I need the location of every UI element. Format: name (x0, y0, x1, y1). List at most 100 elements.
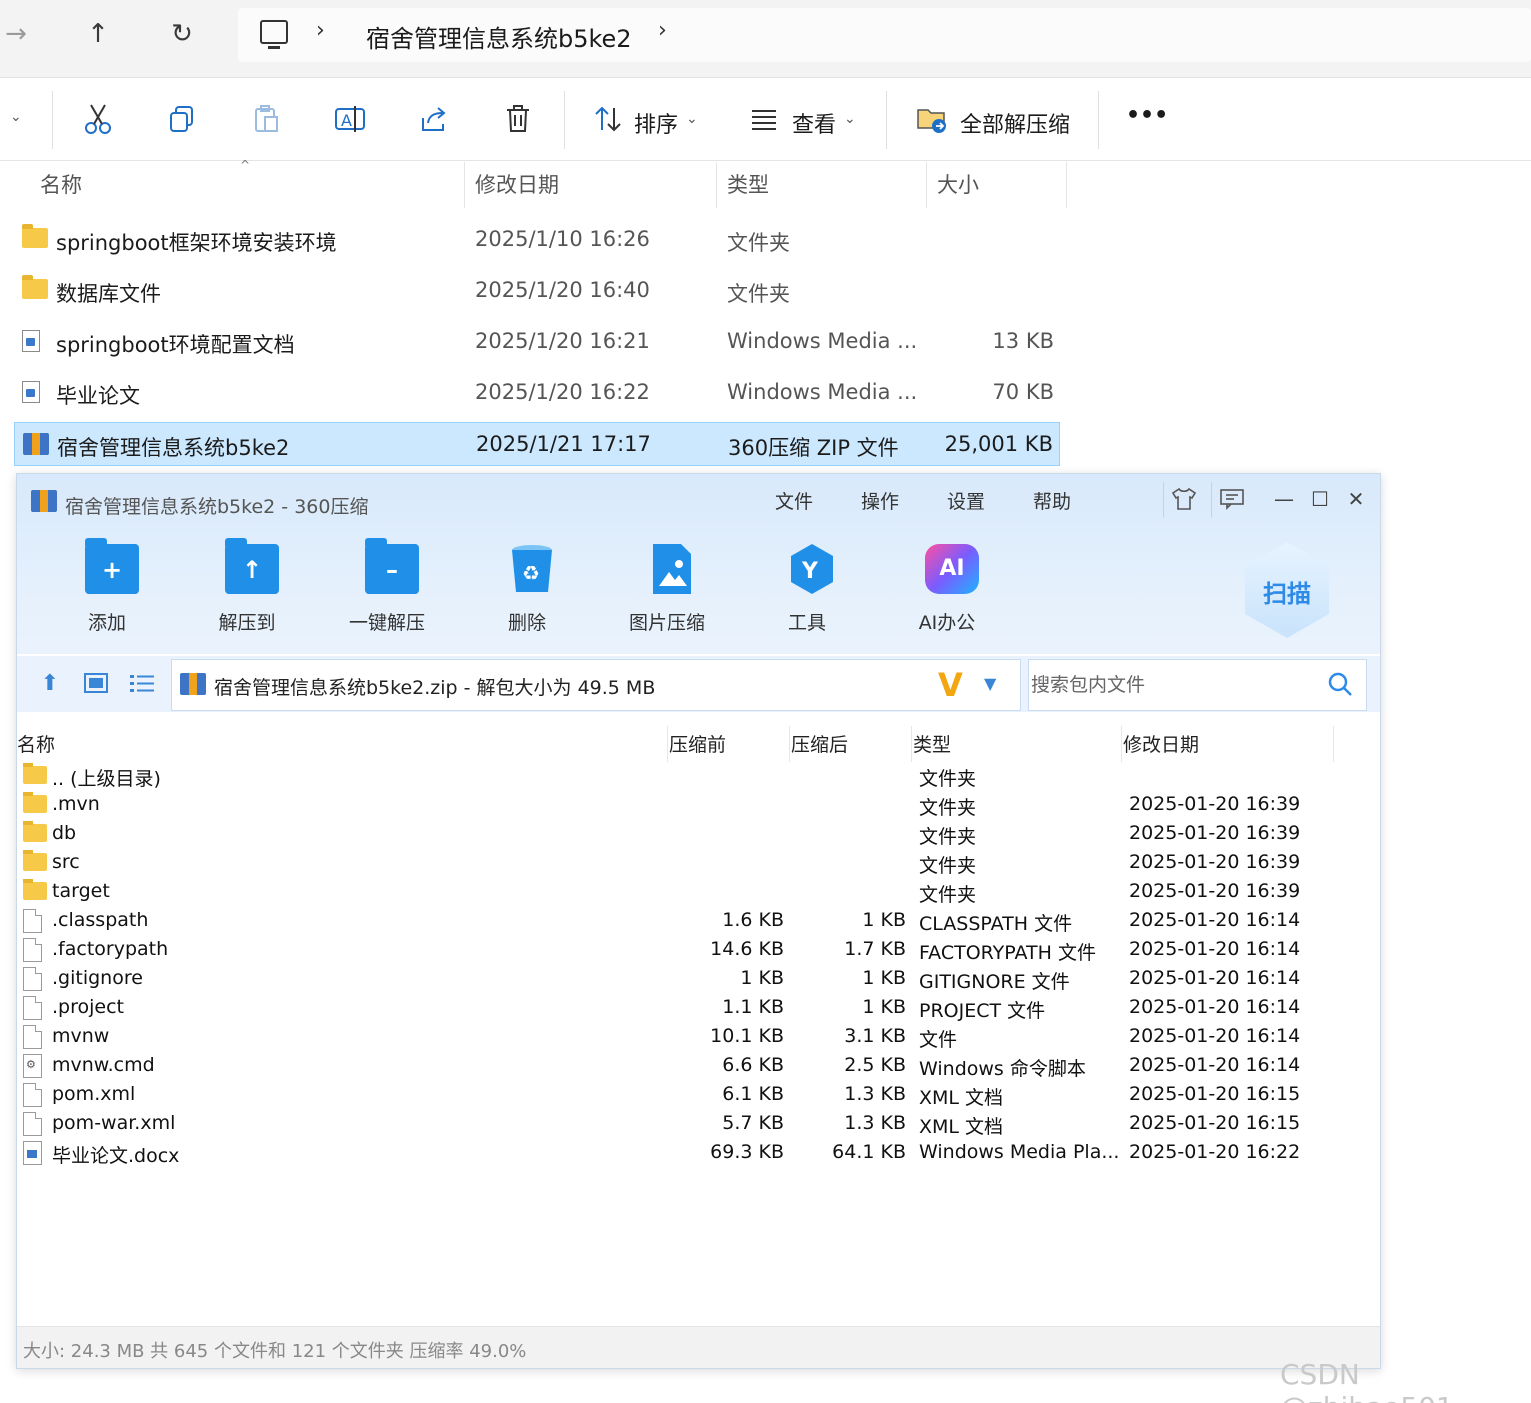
file-modified: 2025/1/10 16:26 (475, 227, 650, 251)
more-options-icon[interactable]: ••• (1126, 103, 1168, 128)
archive-row[interactable]: mvnw.cmd 6.6 KB 2.5 KB Windows 命令脚本 2025… (17, 1052, 1380, 1081)
archive-row[interactable]: pom.xml 6.1 KB 1.3 KB XML 文档 2025-01-20 … (17, 1081, 1380, 1110)
column-modified[interactable]: 修改日期 (1123, 730, 1199, 757)
computer-icon[interactable] (260, 20, 288, 49)
file-row[interactable]: 数据库文件 2025/1/20 16:40 文件夹 (14, 269, 1060, 313)
column-before[interactable]: 压缩前 (669, 730, 726, 757)
add-button[interactable]: + 添加 (47, 538, 167, 644)
archive-row[interactable]: db 文件夹 2025-01-20 16:39 (17, 820, 1380, 849)
entry-type: 文件夹 (919, 768, 977, 790)
image-compress-button[interactable]: 图片压缩 (607, 544, 727, 644)
menu-help[interactable]: 帮助 (1033, 487, 1071, 514)
ai-office-label: AI办公 (918, 612, 976, 634)
one-click-label: 一键解压 (348, 612, 425, 634)
menu-settings[interactable]: 设置 (947, 487, 985, 514)
entry-name: mvnw (52, 1025, 110, 1047)
column-divider (789, 726, 790, 762)
new-dropdown-chevron-icon[interactable]: ⌄ (10, 109, 22, 125)
archive-row[interactable]: pom-war.xml 5.7 KB 1.3 KB XML 文档 2025-01… (17, 1110, 1380, 1139)
entry-modified: 2025-01-20 16:14 (1129, 938, 1301, 960)
address-box[interactable]: › 宿舍管理信息系统b5ke2 › (238, 8, 1531, 62)
forward-button[interactable]: → (0, 14, 36, 54)
tools-hexagon-icon: Y (791, 544, 833, 594)
delete-archive-button[interactable]: ♻ 删除 (467, 544, 587, 644)
column-name[interactable]: 名称 (17, 730, 55, 757)
rename-button[interactable]: A (332, 101, 368, 137)
sort-chevron-icon[interactable]: ⌄ (686, 111, 698, 127)
status-text: 大小: 24.3 MB 共 645 个文件和 121 个文件夹 压缩率 49.0… (23, 1341, 527, 1362)
column-after[interactable]: 压缩后 (791, 730, 848, 757)
extract-to-button[interactable]: ↑ 解压到 (187, 538, 307, 644)
file-row[interactable]: springboot环境配置文档 2025/1/20 16:21 Windows… (14, 320, 1060, 364)
view-chevron-icon[interactable]: ⌄ (844, 111, 856, 127)
up-level-button[interactable]: ⬆ (35, 668, 65, 698)
copy-button[interactable] (164, 101, 200, 137)
thumbnail-view-button[interactable] (81, 668, 111, 698)
column-name[interactable]: 名称 (30, 162, 465, 208)
view-button[interactable] (746, 101, 782, 137)
one-click-extract-button[interactable]: – 一键解压 (327, 538, 447, 644)
search-box[interactable] (1028, 659, 1367, 711)
extract-all-button[interactable] (914, 101, 950, 137)
path-dropdown-icon[interactable]: ▼ (984, 674, 996, 693)
archive-row[interactable]: .factorypath 14.6 KB 1.7 KB FACTORYPATH … (17, 936, 1380, 965)
column-type[interactable]: 类型 (717, 162, 927, 208)
breadcrumb-current[interactable]: 宿舍管理信息系统b5ke2 (366, 19, 632, 54)
cut-button[interactable] (80, 101, 116, 137)
file-row[interactable]: 毕业论文 2025/1/20 16:22 Windows Media ... 7… (14, 371, 1060, 415)
maximize-button[interactable]: ☐ (1305, 484, 1335, 514)
folder-icon (22, 224, 48, 248)
folder-icon (23, 792, 47, 813)
archive-path-box[interactable]: 宿舍管理信息系统b5ke2.zip - 解包大小为 49.5 MB V ▼ (171, 659, 1021, 711)
scan-button[interactable]: 扫描 (1245, 542, 1329, 638)
tools-button[interactable]: Y 工具 (747, 544, 867, 644)
breadcrumb-chevron-icon[interactable]: › (658, 18, 667, 43)
search-icon[interactable] (1327, 671, 1353, 697)
entry-type: PROJECT 文件 (919, 1000, 1046, 1022)
entry-after: 1 KB (862, 967, 906, 989)
list-view-button[interactable] (127, 668, 157, 698)
refresh-button[interactable]: ↻ (162, 14, 202, 54)
search-input[interactable] (1029, 660, 1319, 710)
archive-row[interactable]: mvnw 10.1 KB 3.1 KB 文件 2025-01-20 16:14 (17, 1023, 1380, 1052)
feedback-button[interactable] (1217, 484, 1247, 514)
breadcrumb-chevron-icon[interactable]: › (316, 18, 325, 43)
close-button[interactable]: ✕ (1341, 484, 1371, 514)
entry-after: 3.1 KB (844, 1025, 906, 1047)
add-label: 添加 (87, 612, 126, 634)
folder-icon (23, 763, 47, 784)
archive-row[interactable]: .gitignore 1 KB 1 KB GITIGNORE 文件 2025-0… (17, 965, 1380, 994)
skin-button[interactable] (1169, 484, 1199, 514)
menu-file[interactable]: 文件 (775, 487, 813, 514)
v-logo-icon[interactable]: V (938, 666, 963, 704)
trash-icon (507, 105, 529, 132)
entry-after: 1 KB (862, 996, 906, 1018)
zip-app-icon (31, 490, 57, 512)
share-button[interactable] (416, 101, 452, 137)
archive-row[interactable]: .project 1.1 KB 1 KB PROJECT 文件 2025-01-… (17, 994, 1380, 1023)
archive-row[interactable]: target 文件夹 2025-01-20 16:39 (17, 878, 1380, 907)
up-button[interactable]: ↑ (78, 14, 118, 54)
extract-all-label[interactable]: 全部解压缩 (960, 107, 1070, 139)
delete-button[interactable] (500, 101, 536, 137)
sort-label[interactable]: 排序 (634, 107, 678, 139)
file-row[interactable]: springboot框架环境安装环境 2025/1/10 16:26 文件夹 (14, 218, 1060, 262)
archive-row[interactable]: .mvn 文件夹 2025-01-20 16:39 (17, 791, 1380, 820)
menu-operate[interactable]: 操作 (861, 487, 899, 514)
column-type[interactable]: 类型 (913, 730, 951, 757)
column-modified[interactable]: 修改日期 (465, 162, 717, 208)
file-size: 25,001 KB (944, 432, 1053, 456)
view-label[interactable]: 查看 (792, 107, 836, 139)
minimize-button[interactable]: — (1269, 484, 1299, 514)
file-row-selected[interactable]: 宿舍管理信息系统b5ke2 2025/1/21 17:17 360压缩 ZIP … (14, 422, 1060, 466)
file-name: springboot环境配置文档 (56, 333, 295, 357)
archive-row[interactable]: .. (上级目录) 文件夹 (17, 762, 1380, 791)
archive-row[interactable]: 毕业论文.docx 69.3 KB 64.1 KB Windows Media … (17, 1139, 1380, 1168)
ai-office-button[interactable]: AI AI办公 (887, 544, 1007, 644)
archive-row[interactable]: src 文件夹 2025-01-20 16:39 (17, 849, 1380, 878)
archive-row[interactable]: .classpath 1.6 KB 1 KB CLASSPATH 文件 2025… (17, 907, 1380, 936)
sort-button[interactable] (590, 101, 626, 137)
paste-button[interactable] (248, 101, 284, 137)
column-size[interactable]: 大小 (927, 162, 1067, 208)
entry-type: 文件 (919, 1029, 958, 1051)
